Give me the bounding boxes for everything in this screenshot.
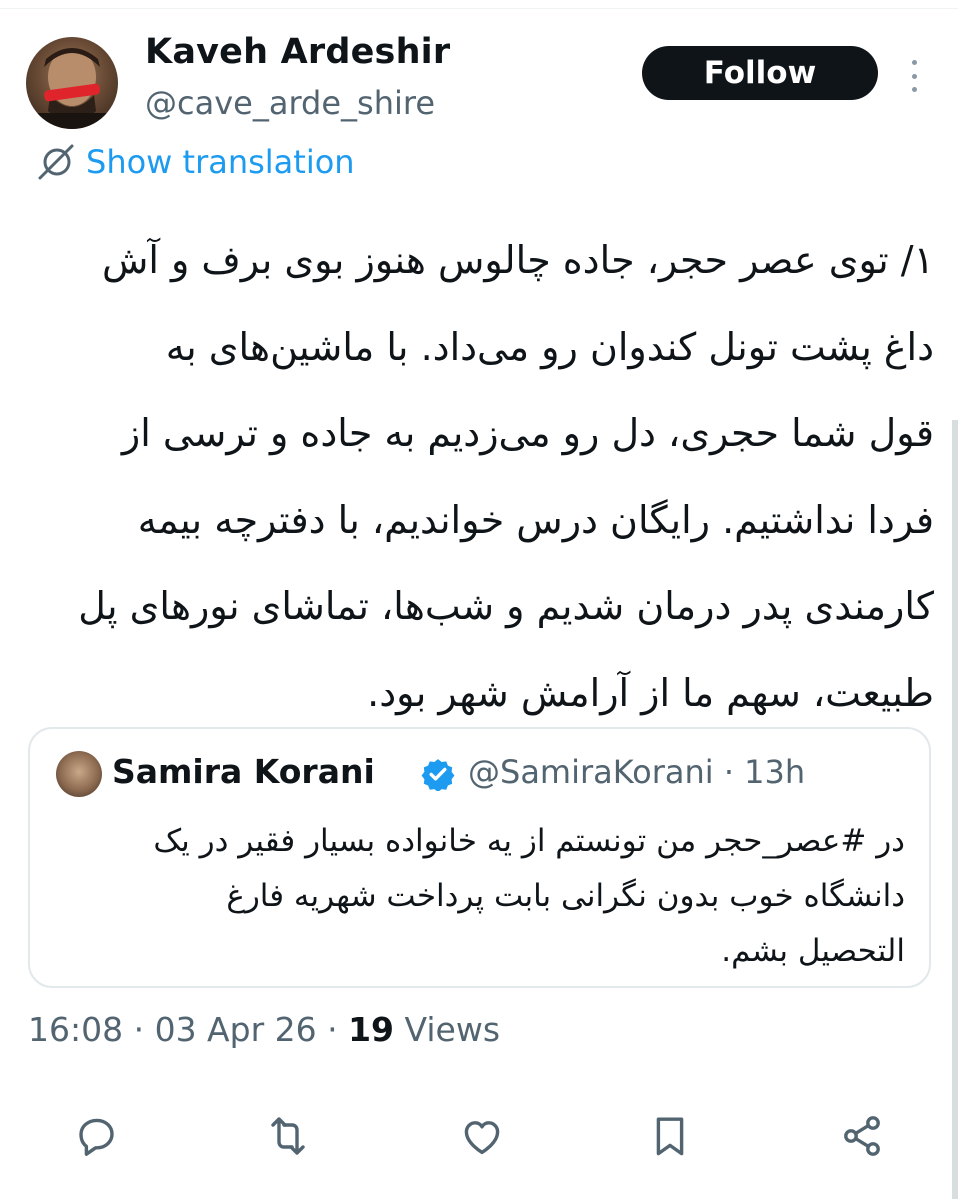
bookmark-button[interactable] bbox=[646, 1112, 694, 1160]
dot-icon bbox=[911, 87, 917, 92]
quoted-line: دانشگاه خوب بدون نگرانی بابت پرداخت شهری… bbox=[226, 878, 905, 914]
author-handle[interactable]: @cave_arde_shire bbox=[145, 84, 435, 122]
avatar-photo bbox=[32, 48, 112, 129]
tweet-text: ۱/ توی عصر حجر، جاده چالوس هنوز بوی برف … bbox=[40, 217, 934, 736]
scrollbar[interactable] bbox=[952, 420, 958, 1199]
quoted-line: التحصیل بشم. bbox=[721, 933, 905, 969]
follow-button[interactable]: Follow bbox=[642, 46, 878, 100]
tweet-line: قول شما حجری، دل رو می‌زدیم به جاده و تر… bbox=[121, 411, 934, 455]
verified-badge-icon bbox=[421, 759, 455, 791]
dot-icon bbox=[911, 60, 917, 65]
tweet-line: کارمندی پدر درمان شدیم و شب‌ها، تماشای ن… bbox=[78, 584, 934, 628]
views-label: Views bbox=[394, 1010, 501, 1049]
quoted-handle-time[interactable]: @SamiraKorani · 13h bbox=[468, 753, 805, 791]
retweet-button[interactable] bbox=[264, 1112, 312, 1160]
reply-button[interactable] bbox=[72, 1112, 120, 1160]
translation-row[interactable]: Show translation bbox=[36, 142, 355, 182]
author-display-name[interactable]: Kaveh Ardeshir bbox=[145, 32, 450, 72]
dot-icon bbox=[911, 73, 917, 79]
action-bar bbox=[0, 1112, 958, 1168]
quoted-tweet-card[interactable]: Samira Korani @SamiraKorani · 13h در #عص… bbox=[28, 727, 931, 988]
views-count: 19 bbox=[348, 1010, 395, 1049]
author-avatar[interactable] bbox=[26, 37, 118, 129]
show-translation-link[interactable]: Show translation bbox=[86, 143, 355, 181]
quoted-tweet-text: در #عصر_حجر من تونستم از یه خانواده بسیا… bbox=[70, 814, 905, 979]
more-options-button[interactable] bbox=[900, 56, 928, 96]
top-divider bbox=[0, 8, 958, 9]
quoted-line: در #عصر_حجر من تونستم از یه خانواده بسیا… bbox=[153, 823, 905, 859]
tweet-line: فردا نداشتیم. رایگان درس خواندیم، با دفت… bbox=[137, 497, 934, 542]
translate-globe-icon bbox=[38, 144, 74, 180]
tweet-line: طبیعت، سهم ما از آرامش شهر بود. bbox=[367, 670, 934, 715]
like-button[interactable] bbox=[458, 1112, 506, 1160]
tweet-line: داغ پشت تونل کندوان رو می‌داد. با ماشین‌… bbox=[165, 324, 934, 369]
tweet-line: ۱/ توی عصر حجر، جاده چالوس هنوز بوی برف … bbox=[101, 238, 934, 282]
quoted-author-name[interactable]: Samira Korani bbox=[112, 752, 375, 791]
timestamp[interactable]: 16:08 · 03 Apr 26 · bbox=[28, 1010, 348, 1049]
quoted-author-avatar[interactable] bbox=[56, 751, 102, 797]
tweet-meta: 16:08 · 03 Apr 26 · 19 Views bbox=[28, 1010, 500, 1049]
tweet-detail: Kaveh Ardeshir @cave_arde_shire Follow S… bbox=[0, 0, 958, 1199]
share-button[interactable] bbox=[838, 1112, 886, 1160]
